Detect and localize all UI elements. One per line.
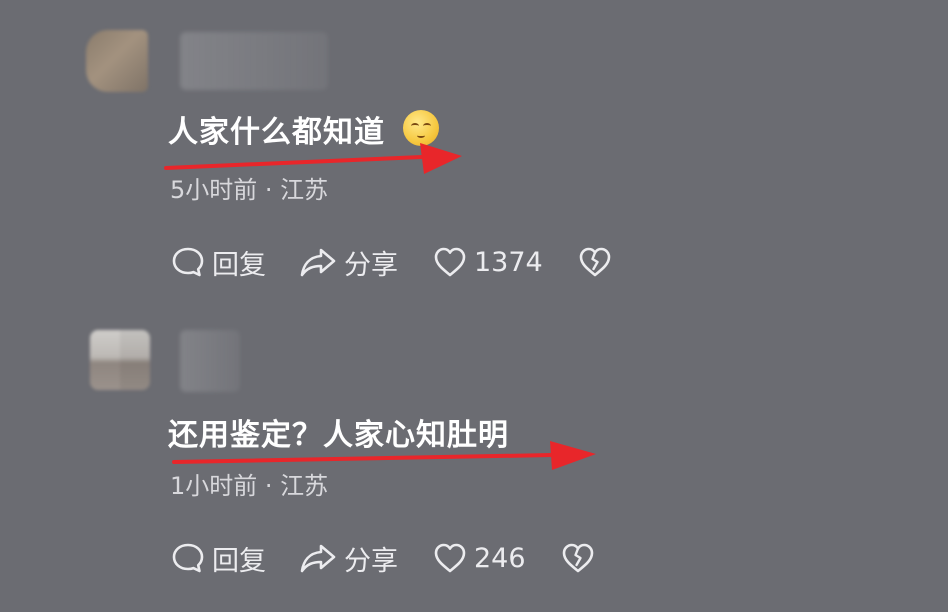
username-blurred[interactable] <box>180 32 328 90</box>
like-button[interactable]: 246 <box>432 540 526 576</box>
share-arrow-icon <box>298 540 338 576</box>
speech-bubble-icon <box>170 540 206 576</box>
reply-label: 回复 <box>212 249 266 281</box>
username-blurred[interactable] <box>180 330 240 392</box>
share-button[interactable]: 分享 <box>298 539 398 578</box>
comment-text: 人家什么都知道 <box>168 107 439 151</box>
comment-meta: 1小时前 · 江苏 <box>170 472 329 500</box>
comment-item: 还用鉴定？人家心知肚明 1小时前 · 江苏 回复 分享 246 <box>0 300 948 612</box>
heart-outline-icon <box>432 244 468 280</box>
smiling-face-emoji <box>403 110 439 146</box>
like-count: 246 <box>474 542 526 574</box>
comment-text-content: 人家什么都知道 <box>168 115 385 150</box>
comment-text-content: 还用鉴定？人家心知肚明 <box>168 418 509 453</box>
comment-text: 还用鉴定？人家心知肚明 <box>168 410 509 454</box>
share-label: 分享 <box>344 249 398 281</box>
dislike-button[interactable] <box>577 244 613 280</box>
comment-actions: 回复 分享 1374 <box>170 242 613 282</box>
comment-meta: 5小时前 · 江苏 <box>170 176 329 204</box>
reply-button[interactable]: 回复 <box>170 243 266 282</box>
comment-actions: 回复 分享 246 <box>170 538 596 578</box>
comment-item: 人家什么都知道 5小时前 · 江苏 回复 分享 1374 <box>0 0 948 300</box>
avatar[interactable] <box>90 330 150 390</box>
share-label: 分享 <box>344 545 398 577</box>
reply-label: 回复 <box>212 545 266 577</box>
like-count: 1374 <box>474 246 543 278</box>
heart-outline-icon <box>432 540 468 576</box>
like-button[interactable]: 1374 <box>432 244 543 280</box>
reply-button[interactable]: 回复 <box>170 539 266 578</box>
share-arrow-icon <box>298 244 338 280</box>
broken-heart-icon <box>577 244 613 280</box>
speech-bubble-icon <box>170 244 206 280</box>
avatar[interactable] <box>86 30 148 92</box>
broken-heart-icon <box>560 540 596 576</box>
dislike-button[interactable] <box>560 540 596 576</box>
share-button[interactable]: 分享 <box>298 243 398 282</box>
